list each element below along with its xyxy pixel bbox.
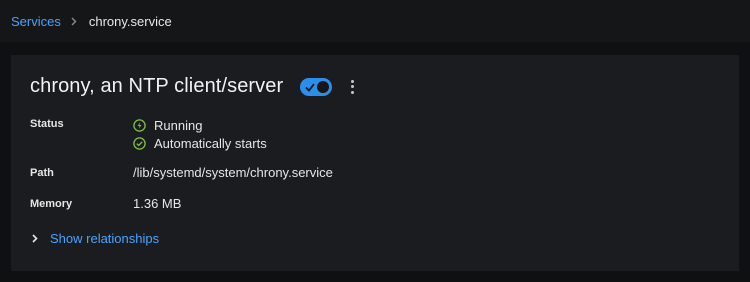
service-header: chrony, an NTP client/server (30, 75, 355, 98)
show-relationships-link[interactable]: Show relationships (50, 231, 159, 246)
show-relationships-toggle[interactable]: Show relationships (32, 231, 159, 246)
chevron-right-icon (32, 234, 38, 243)
status-running-text: Running (154, 117, 203, 133)
service-details-page: Services chrony.service chrony, an NTP c… (0, 0, 750, 282)
path-row: Path /lib/systemd/system/chrony.service (30, 165, 333, 180)
service-enabled-toggle[interactable] (300, 77, 333, 96)
memory-value: 1.36 MB (133, 196, 182, 211)
chevron-right-icon (71, 17, 77, 26)
status-autostart-text: Automatically starts (154, 135, 267, 151)
status-label: Status (30, 118, 64, 130)
path-label: Path (30, 167, 54, 179)
breadcrumb-current: chrony.service (88, 13, 172, 29)
breadcrumb-services-link[interactable]: Services (11, 14, 61, 29)
breadcrumb: Services chrony.service (0, 0, 750, 42)
power-circle-icon (133, 118, 146, 132)
status-value: Running Automatically starts (133, 116, 267, 152)
memory-label: Memory (30, 198, 73, 210)
status-row: Status Running Automatically starts (30, 116, 267, 152)
path-value: /lib/systemd/system/chrony.service (133, 165, 333, 180)
status-running: Running (133, 116, 267, 134)
kebab-menu-icon[interactable] (349, 78, 355, 96)
memory-row: Memory 1.36 MB (30, 196, 181, 211)
service-card: chrony, an NTP client/server Status Runn… (11, 55, 739, 271)
page-title: chrony, an NTP client/server (30, 75, 284, 97)
check-icon (305, 82, 315, 92)
status-autostart: Automatically starts (133, 134, 267, 152)
check-circle-icon (133, 136, 146, 150)
toggle-knob (317, 80, 330, 93)
